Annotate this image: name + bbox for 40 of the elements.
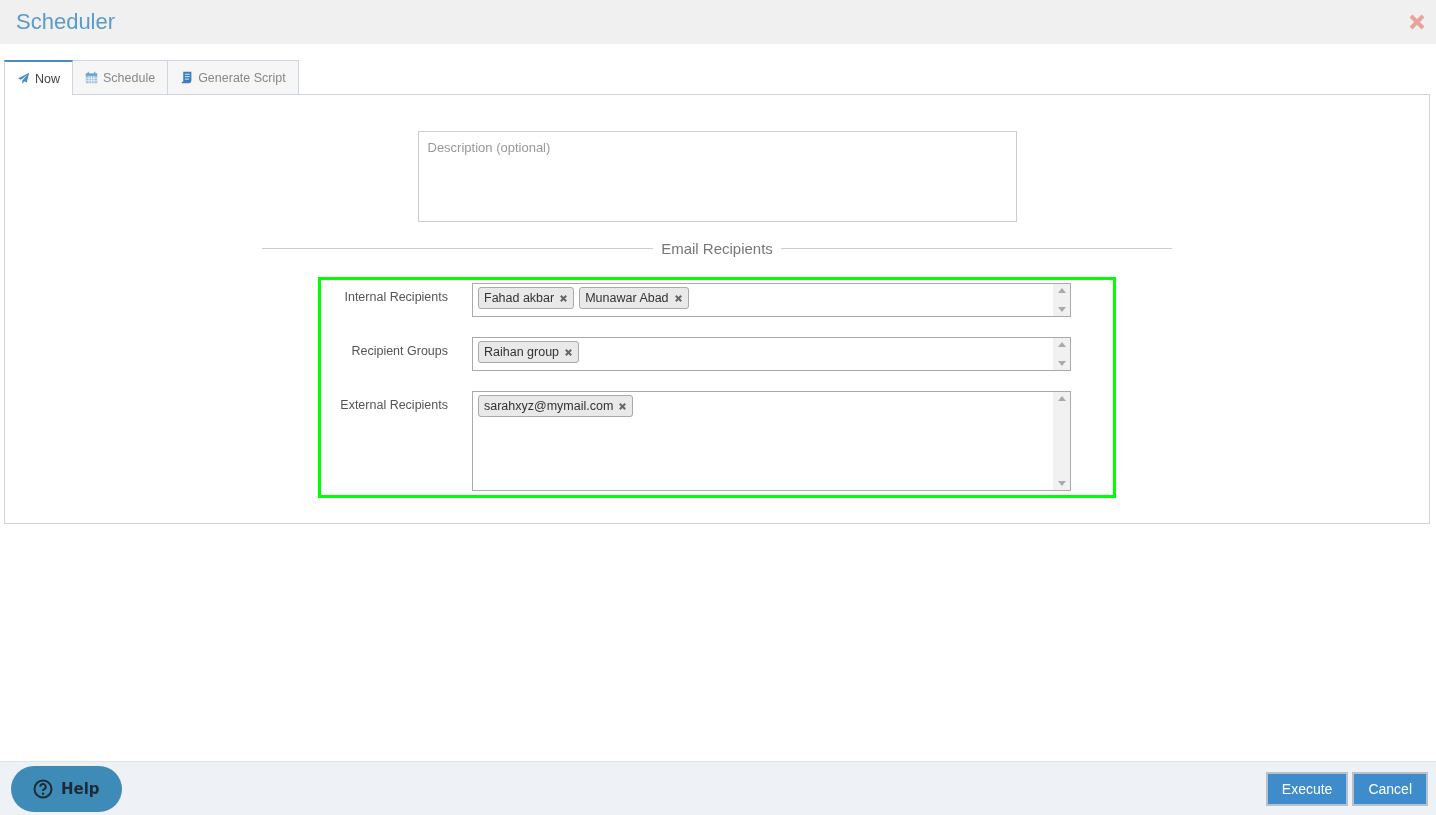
- scrollbar[interactable]: [1053, 338, 1070, 370]
- tag-label: Raihan group: [484, 345, 560, 359]
- scroll-icon: [180, 71, 194, 84]
- tab[interactable]: Generate Script: [168, 60, 299, 94]
- recipients-field[interactable]: Raihan group: [472, 337, 1071, 371]
- section-title: Email Recipients: [661, 240, 773, 257]
- help-button[interactable]: Help: [11, 765, 122, 812]
- tag-label: sarahxyz@mymail.com: [484, 399, 614, 413]
- window-title: Scheduler: [16, 9, 116, 35]
- remove-icon[interactable]: [564, 347, 574, 357]
- description-field[interactable]: Description (optional): [417, 131, 1017, 222]
- down-arrow-icon[interactable]: [1057, 481, 1066, 486]
- remove-icon[interactable]: [618, 401, 628, 411]
- up-arrow-icon[interactable]: [1057, 288, 1066, 293]
- recipients-field[interactable]: Fahad akbar Munawar Abad: [472, 283, 1071, 317]
- field-label: Internal Recipients: [343, 289, 448, 304]
- question-icon: [33, 778, 53, 799]
- tab[interactable]: Now: [4, 60, 73, 95]
- action-button[interactable]: Execute: [1265, 771, 1349, 806]
- recipients-field[interactable]: sarahxyz@mymail.com: [472, 391, 1071, 491]
- tab-label: Generate Script: [198, 70, 286, 85]
- tab[interactable]: Schedule: [73, 60, 169, 94]
- close-icon[interactable]: [1408, 13, 1426, 31]
- remove-icon[interactable]: [673, 293, 683, 303]
- scrollbar[interactable]: [1053, 392, 1070, 490]
- field-label: Recipient Groups: [350, 343, 448, 358]
- field-label: External Recipients: [339, 397, 448, 412]
- up-arrow-icon[interactable]: [1057, 342, 1066, 347]
- up-arrow-icon[interactable]: [1057, 396, 1066, 401]
- tag-label: Munawar Abad: [585, 291, 669, 305]
- tab-label: Schedule: [103, 70, 156, 85]
- down-arrow-icon[interactable]: [1057, 307, 1066, 312]
- down-arrow-icon[interactable]: [1057, 361, 1066, 366]
- tab-label: Now: [35, 71, 60, 86]
- paper-plane-icon: [17, 72, 30, 85]
- scrollbar[interactable]: [1053, 284, 1070, 316]
- action-button[interactable]: Cancel: [1352, 771, 1428, 806]
- tag-label: Fahad akbar: [484, 291, 555, 305]
- calendar-icon: [85, 71, 98, 84]
- remove-icon[interactable]: [559, 293, 569, 303]
